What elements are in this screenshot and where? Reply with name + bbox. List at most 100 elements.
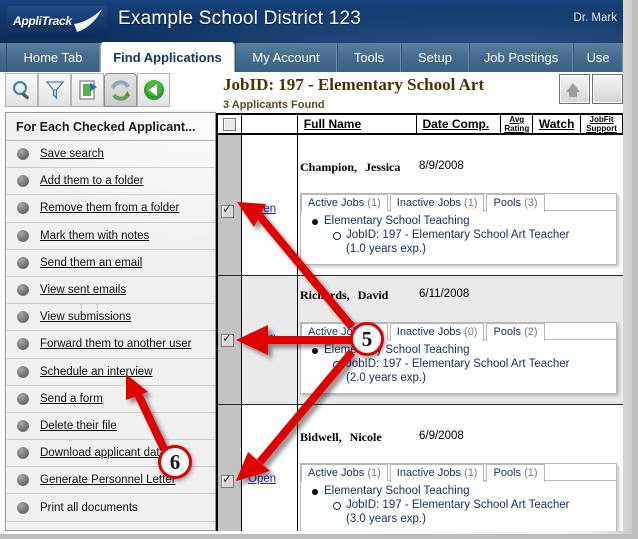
next-button[interactable] <box>592 74 623 104</box>
bullet-icon <box>17 474 29 486</box>
app-banner: AppliTrack Example School District 123 D… <box>0 0 623 43</box>
tab-my-account[interactable]: My Account <box>235 43 337 72</box>
folder-import-button[interactable] <box>71 73 104 107</box>
green-back-arrow-icon <box>142 78 166 102</box>
view-toolbar <box>5 73 169 109</box>
applicant-date-completed: 8/9/2008 <box>419 160 464 172</box>
action-delete-file[interactable]: Delete their file <box>6 413 215 440</box>
tab-setup[interactable]: Setup <box>401 43 469 72</box>
avg-rating-line2: Rating <box>504 124 529 133</box>
row-checkbox[interactable] <box>221 334 234 347</box>
application-window: AppliTrack Example School District 123 D… <box>0 0 623 531</box>
action-label: Delete their file <box>40 420 117 432</box>
action-save-search[interactable]: Save search <box>6 141 215 168</box>
row-checkbox[interactable] <box>221 205 234 218</box>
action-print-all-documents[interactable]: Print all documents <box>6 494 215 521</box>
table-row: Open Bidwell,Nicole 6/9/2008 Active Jobs… <box>216 405 623 531</box>
search-button[interactable] <box>5 73 38 107</box>
row-checkbox[interactable] <box>221 475 234 488</box>
action-forward-to-user[interactable]: Forward them to another user <box>6 331 215 358</box>
applicant-date-completed: 6/11/2008 <box>419 288 469 300</box>
action-remove-from-folder[interactable]: Remove them from a folder <box>6 195 215 222</box>
column-watch[interactable]: Watch <box>533 115 581 133</box>
scroll-up-button[interactable] <box>559 74 590 104</box>
open-applicant-link[interactable]: Open <box>248 473 276 485</box>
bullet-icon <box>17 338 29 350</box>
column-select-all[interactable] <box>216 115 242 133</box>
job-tab-active-jobs[interactable]: Active Jobs (1) <box>301 194 388 212</box>
filter-button[interactable] <box>38 73 71 107</box>
job-tab-strip: Active Jobs (1) Inactive Jobs (1) Pools … <box>301 194 616 211</box>
applicant-last-name: Champion, <box>300 160 357 174</box>
content-area: For Each Checked Applicant... Save searc… <box>0 72 623 531</box>
funnel-filter-icon <box>44 79 66 101</box>
tab-find-applications[interactable]: Find Applications <box>100 42 235 72</box>
bulk-action-panel-title: For Each Checked Applicant... <box>6 113 215 141</box>
tab-tools[interactable]: Tools <box>337 43 401 72</box>
column-date-completed[interactable]: Date Comp. <box>417 115 502 133</box>
select-all-checkbox[interactable] <box>223 118 236 131</box>
back-button[interactable] <box>137 73 170 107</box>
swoosh-icon <box>73 8 103 34</box>
table-row: Open Richards,David 6/11/2008 Active Job… <box>216 276 623 405</box>
bullet-icon <box>17 420 29 432</box>
applicant-jobs-box: Active Jobs (1) Inactive Jobs (1) Pools … <box>300 463 617 531</box>
bullet-icon <box>17 284 29 296</box>
main-tab-strip: Home Tab Find Applications My Account To… <box>0 43 623 72</box>
applicant-first-name: David <box>358 288 389 302</box>
bullet-icon <box>17 257 29 269</box>
job-tab-strip: Active Jobs (1) Inactive Jobs (0) Pools … <box>301 323 616 340</box>
action-label: Mark them with notes <box>40 230 149 242</box>
job-tab-pools[interactable]: Pools (3) <box>486 194 544 212</box>
action-add-to-folder[interactable]: Add them to a folder <box>6 168 215 195</box>
action-view-submissions[interactable]: View submissions <box>6 304 215 331</box>
tab-home[interactable]: Home Tab <box>6 43 100 72</box>
job-tab-pools[interactable]: Pools (1) <box>486 464 544 482</box>
results-panel: JobID: 197 - Elementary School Art 3 App… <box>216 72 623 531</box>
applicant-jobs-box: Active Jobs (1) Inactive Jobs (1) Pools … <box>300 193 617 265</box>
action-send-form[interactable]: Send a form <box>6 386 215 413</box>
column-jobfit-support[interactable]: JobFit Support <box>581 115 623 133</box>
action-label: Save search <box>40 148 104 160</box>
job-experience-label: (1.0 years exp.) <box>311 242 616 256</box>
bullet-icon <box>17 502 29 514</box>
bullet-icon <box>17 311 29 323</box>
job-heading: JobID: 197 - Elementary School Art <box>223 75 484 95</box>
job-tab-pools[interactable]: Pools (2) <box>486 323 544 341</box>
column-avg-rating[interactable]: Avg Rating <box>501 115 533 133</box>
job-tab-active-jobs[interactable]: Active Jobs (1) <box>301 464 388 482</box>
row-action-cell <box>242 405 298 531</box>
tab-job-postings[interactable]: Job Postings <box>469 43 573 72</box>
applicant-name: Champion,Jessica <box>300 160 400 175</box>
row-check-cell <box>216 405 242 531</box>
job-tab-inactive-jobs[interactable]: Inactive Jobs (1) <box>390 194 485 212</box>
action-label: Print all documents <box>40 502 138 514</box>
refresh-recycle-icon <box>109 79 132 102</box>
job-list: Elementary School Teaching JobID: 197 - … <box>301 211 616 261</box>
bullet-icon <box>17 202 29 214</box>
action-schedule-interview[interactable]: Schedule an interview <box>6 359 215 386</box>
job-tab-inactive-jobs[interactable]: Inactive Jobs (0) <box>390 323 485 341</box>
refresh-button[interactable] <box>104 73 137 107</box>
jobfit-line1: JobFit <box>590 115 614 124</box>
applicant-last-name: Bidwell, <box>300 430 342 444</box>
bullet-icon <box>17 366 29 378</box>
applicants-found-count: 3 Applicants Found <box>223 99 325 111</box>
action-mark-with-notes[interactable]: Mark them with notes <box>6 223 215 250</box>
open-applicant-link[interactable]: Open <box>248 203 276 215</box>
job-group-label: Elementary School Teaching <box>311 214 616 228</box>
column-full-name[interactable]: Full Name <box>298 115 417 133</box>
action-view-sent-emails[interactable]: View sent emails <box>6 277 215 304</box>
job-tab-strip: Active Jobs (1) Inactive Jobs (1) Pools … <box>301 464 616 481</box>
tab-users[interactable]: Use <box>573 43 623 72</box>
job-tab-inactive-jobs[interactable]: Inactive Jobs (1) <box>390 464 485 482</box>
applicant-name: Richards,David <box>300 288 388 303</box>
bullet-icon <box>17 230 29 242</box>
action-label: View sent emails <box>40 284 126 296</box>
open-applicant-link[interactable]: Open <box>248 332 276 344</box>
bullet-icon <box>17 447 29 459</box>
applitrack-logo: AppliTrack <box>7 6 107 37</box>
action-label: Forward them to another user <box>40 338 192 350</box>
action-send-email[interactable]: Send them an email <box>6 250 215 277</box>
bullet-icon <box>17 393 29 405</box>
